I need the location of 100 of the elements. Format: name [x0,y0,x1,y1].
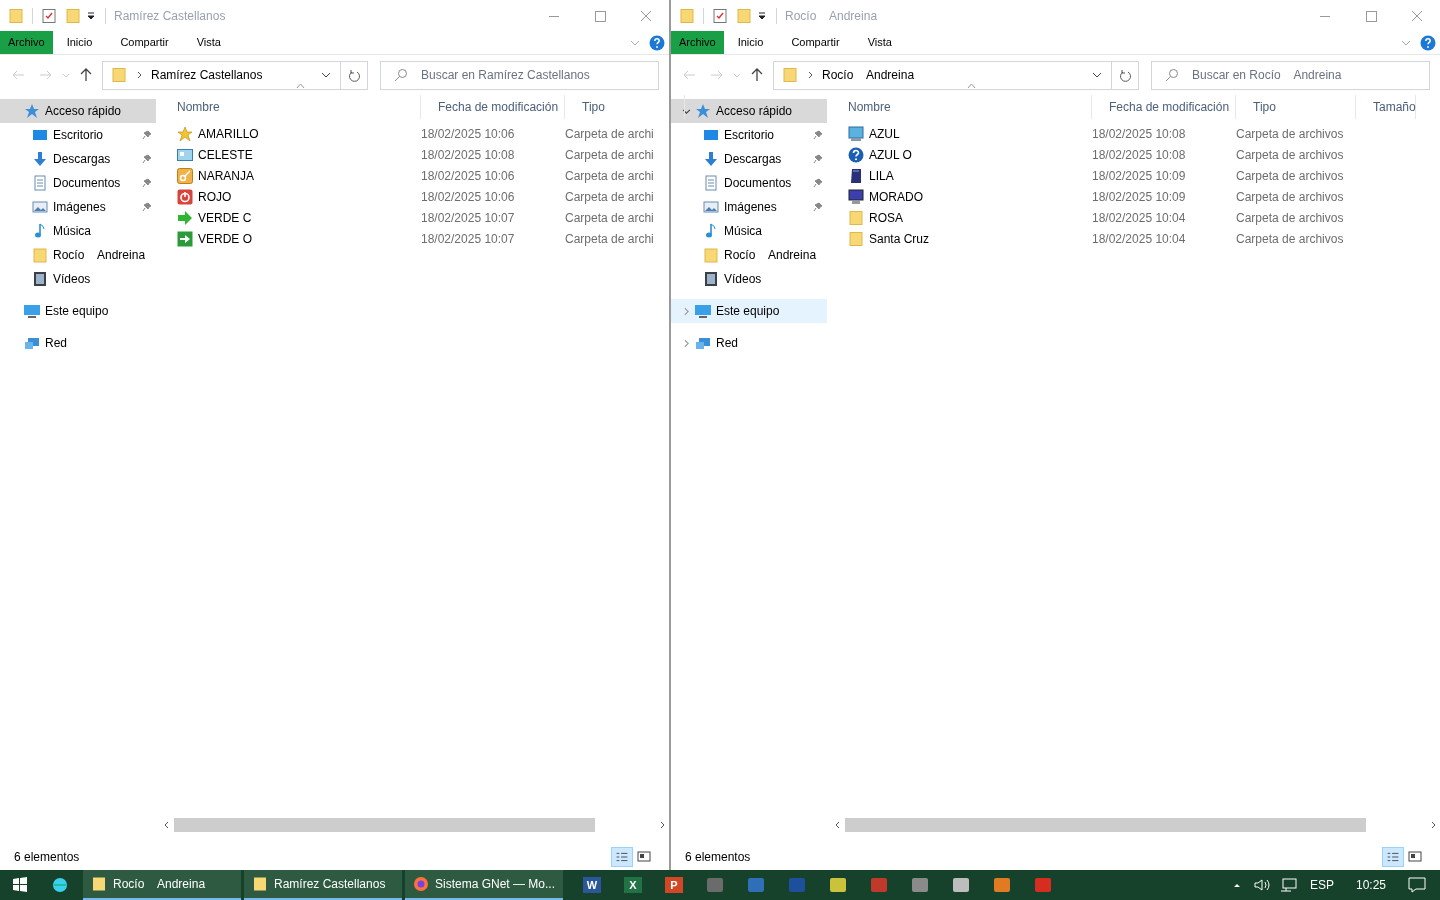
up-arrow-icon[interactable] [749,67,765,83]
column-header[interactable]: Nombre [160,95,421,119]
sidebar-item[interactable]: Música [671,219,827,243]
file-name[interactable]: ROJO [198,187,232,206]
search-field[interactable]: Buscar en Ramírez Castellanos [380,60,659,90]
help-icon[interactable] [1420,34,1436,51]
details-view-icon[interactable] [1382,846,1404,867]
ribbon-tab[interactable]: Compartir [106,31,183,54]
sidebar-item[interactable]: Rocío Andreina [0,243,156,267]
app-icon[interactable]: W [583,877,601,893]
address-path[interactable]: Rocío Andreina [822,66,915,84]
file-name[interactable]: CELESTE [198,145,253,164]
file-name[interactable]: MORADO [869,187,923,206]
sidebar-item[interactable]: Este equipo [0,299,156,323]
file-name[interactable]: NARANJA [198,166,254,185]
column-header[interactable]: Fecha de modificación [1092,95,1236,119]
address-bar[interactable]: Ramírez Castellanos [102,60,368,90]
taskbar-window-button[interactable]: Ramírez Castellanos [244,870,402,900]
file-menu-tab[interactable]: Archivo [0,31,53,54]
help-icon[interactable] [649,34,665,51]
sidebar-item[interactable]: Este equipo [671,299,827,323]
sidebar-item[interactable]: Documentos [0,171,156,195]
sidebar-item[interactable]: Descargas [671,147,827,171]
column-header[interactable]: Tipo [1236,95,1356,119]
file-name[interactable]: AZUL O [869,145,912,164]
file-name[interactable]: AMARILLO [198,124,259,143]
window-title: Ramírez Castellanos [114,7,226,25]
modified-date: 18/02/2025 10:08 [421,146,516,164]
chevron-down-icon[interactable] [681,106,691,116]
sidebar-item[interactable]: Vídeos [0,267,156,291]
address-path[interactable]: Ramírez Castellanos [151,66,263,84]
column-header[interactable]: Tamaño [1356,95,1416,119]
app-icon[interactable] [911,877,929,893]
folder-icon[interactable] [8,7,24,24]
sidebar-item[interactable]: Imágenes [0,195,156,219]
dropdown-icon[interactable] [85,9,97,22]
sidebar-item[interactable]: Imágenes [671,195,827,219]
ribbon-tab[interactable]: Vista [853,31,906,54]
file-name[interactable]: Santa Cruz [869,229,930,248]
file-name[interactable]: ROSA [869,208,903,227]
language-indicator[interactable]: ESP [1309,876,1334,894]
sidebar-item[interactable]: Red [0,331,156,355]
sidebar-item[interactable]: Red [671,331,827,355]
sidebar-item[interactable]: Vídeos [671,267,827,291]
sidebar-item[interactable]: Música [0,219,156,243]
horizontal-scrollbar[interactable] [174,818,595,832]
sidebar-item[interactable]: Descargas [0,147,156,171]
chevron-right-icon[interactable] [681,338,691,348]
sidebar-item[interactable]: Acceso rápido [0,99,156,123]
sidebar-label: Acceso rápido [45,103,123,120]
up-arrow-icon[interactable] [78,67,94,83]
modified-date: 18/02/2025 10:09 [1092,167,1187,185]
address-bar[interactable]: Rocío Andreina [773,60,1139,90]
folder-icon [782,67,798,83]
app-icon[interactable]: P [665,877,683,893]
app-icon[interactable] [829,877,847,893]
download-icon [32,151,48,167]
file-name[interactable]: VERDE C [198,208,252,227]
sidebar-item[interactable]: Rocío Andreina [671,243,827,267]
sidebar-label: Documentos [53,175,122,192]
details-view-icon[interactable] [611,846,633,867]
ribbon-tab[interactable]: Vista [182,31,235,54]
column-header[interactable]: Fecha de modificación [421,95,565,119]
network-icon[interactable] [1279,878,1298,892]
network-icon [24,335,40,351]
ribbon-tab[interactable]: Compartir [777,31,854,54]
ribbon-tab[interactable]: Inicio [52,31,107,54]
app-icon[interactable] [993,877,1011,893]
help-icon [848,146,864,163]
app-icon[interactable]: X [624,877,642,893]
column-header[interactable]: Nombre [831,95,1092,119]
search-input[interactable]: Buscar en Ramírez Castellanos [421,66,658,84]
folder-icon[interactable] [679,7,695,24]
sidebar-label: Acceso rápido [716,103,794,120]
document-icon [703,175,719,191]
notification-icon[interactable] [1408,877,1426,893]
app-icon[interactable] [952,877,970,893]
clock[interactable]: 10:25 [1355,876,1386,894]
search-input[interactable]: Buscar en Rocío Andreina [1192,66,1429,84]
properties-icon[interactable] [41,7,57,24]
horizontal-scrollbar[interactable] [845,818,1366,832]
file-menu-tab[interactable]: Archivo [671,31,724,54]
taskbar-window-button[interactable]: Rocío Andreina [83,870,241,900]
status-text: 6 elementos [685,848,751,866]
sidebar-item[interactable]: Documentos [671,171,827,195]
speaker-icon[interactable] [1253,878,1272,892]
folder-icon [703,247,719,263]
taskbar-window-button[interactable]: Sistema GNet — Mo... [405,870,563,900]
dropdown-icon[interactable] [756,9,768,22]
sidebar-item[interactable]: Acceso rápido [671,99,827,123]
chevron-right-icon[interactable] [681,306,691,316]
sidebar-item[interactable]: Escritorio [671,123,827,147]
sidebar-item[interactable]: Escritorio [0,123,156,147]
file-name[interactable]: AZUL [869,124,900,143]
desktop-icon [703,127,719,143]
ribbon-tab[interactable]: Inicio [723,31,778,54]
file-name[interactable]: LILA [869,166,894,185]
file-name[interactable]: VERDE O [198,229,252,248]
properties-icon[interactable] [712,7,728,24]
search-field[interactable]: Buscar en Rocío Andreina [1151,60,1430,90]
